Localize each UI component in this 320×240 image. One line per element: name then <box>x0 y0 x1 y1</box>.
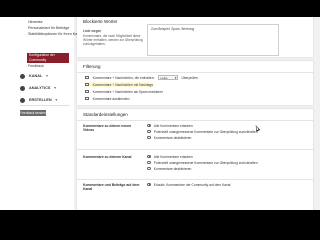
sidebar-item-personalized[interactable]: Personalisiert für Beiträge <box>28 26 69 31</box>
filter-row-spam[interactable]: Kommentare + Nachrichten als Spam markie… <box>85 89 163 94</box>
blocked-words-label: Liste wegen <box>83 29 102 33</box>
radio-label: Alle Kommentare erlauben <box>153 123 193 128</box>
radio-option[interactable]: Potenziell unangemessene Kommentare zur … <box>147 160 258 165</box>
filter-row-hide[interactable]: Kommentare ausblenden <box>85 96 129 101</box>
sidebar-section-label: KANAL <box>29 74 43 78</box>
radio-option[interactable]: Kommentare deaktivieren <box>147 166 191 171</box>
group-label: Kommentare und Beiträge auf dem Kanal <box>83 183 140 191</box>
studio-window: Hinweise Personalisiert für Beiträge Sta… <box>0 17 320 210</box>
sidebar-section-label: ANALYTICS <box>29 86 51 90</box>
filter-select[interactable]: Links <box>158 75 179 80</box>
radio-selected[interactable] <box>147 154 151 159</box>
radio-label: Kommentare deaktivieren <box>153 135 192 140</box>
radio-label: Potenziell unangemessene Kommentare zur … <box>153 129 258 134</box>
checkbox[interactable] <box>85 89 89 94</box>
radio-option[interactable]: Alle Kommentare erlauben <box>147 154 193 159</box>
row-label: Kommentare + Nachrichten als Spam markie… <box>92 89 164 94</box>
user-icon <box>20 73 25 79</box>
divider <box>77 120 313 121</box>
main-content: Blockierte Wörter Liste wegen Kommentare… <box>75 17 320 210</box>
divider <box>77 72 313 73</box>
filter-row-hashtags[interactable]: Kommentare + Nachrichten mit Hashtags <box>85 82 153 87</box>
chevron-down-icon: ▼ <box>45 74 49 78</box>
feedback-button[interactable]: Feedback senden <box>20 110 46 116</box>
row-label: Kommentare + Nachrichten mit Hashtags <box>92 82 153 87</box>
radio-option[interactable]: Erlaubt: Kommentare der Community auf de… <box>147 182 230 187</box>
sidebar-section-analytics[interactable]: ANALYTICS ▼ <box>20 85 57 91</box>
radio-button[interactable] <box>147 166 151 171</box>
checkbox[interactable] <box>85 75 89 80</box>
sidebar-item-stability[interactable]: Stabilitätsoptionen für Ihren Kanal <box>28 32 82 37</box>
checkbox[interactable] <box>85 96 89 101</box>
group-label: Kommentare zu deinem Kanal <box>83 155 132 159</box>
radio-button[interactable] <box>147 160 151 165</box>
blocked-words-textarea[interactable]: Zum Beispiel: Spam, Werbung <box>147 24 279 56</box>
chevron-down-icon: ▼ <box>54 98 59 102</box>
radio-button[interactable] <box>147 135 151 140</box>
radio-button[interactable] <box>147 129 151 134</box>
radio-option[interactable]: Potenziell unangemessene Kommentare zur … <box>147 129 258 134</box>
sidebar-item-community[interactable]: Konfiguration der Community <box>27 53 69 63</box>
panel-title: Standardeinstellungen <box>83 112 128 117</box>
textarea-value: Zum Beispiel: Spam, Werbung <box>151 27 195 31</box>
sidebar-item-hints[interactable]: Hinweise <box>28 20 43 25</box>
blocked-words-hint: Kommentare, die nach Möglichkeit diese W… <box>83 34 143 46</box>
checkbox[interactable] <box>85 82 89 87</box>
defaults-panel: Standardeinstellungen Kommentare zu dein… <box>77 109 313 210</box>
radio-label: Alle Kommentare erlauben <box>153 154 193 159</box>
sidebar-section-create[interactable]: ERSTELLEN ▼ <box>20 97 58 103</box>
sidebar: Hinweise Personalisiert für Beiträge Sta… <box>0 17 82 210</box>
radio-option[interactable]: Alle Kommentare erlauben <box>147 123 193 128</box>
filter-row-links[interactable]: Kommentare + Nachrichten, die enthalten:… <box>85 75 198 80</box>
sidebar-section-label: ERSTELLEN <box>29 98 52 102</box>
row-label: Kommentare ausblenden <box>92 96 130 101</box>
analytics-icon <box>20 85 25 91</box>
group-label: Kommentare zu deinen neuen Videos <box>83 124 132 132</box>
divider <box>77 179 313 180</box>
radio-label: Potenziell unangemessene Kommentare zur … <box>153 160 258 165</box>
filter-panel: Filterung Kommentare + Nachrichten, die … <box>77 61 313 105</box>
divider <box>77 149 313 150</box>
radio-label: Erlaubt: Kommentare der Community auf de… <box>153 182 231 187</box>
panel-title: Filterung <box>83 64 101 69</box>
blocked-words-panel: Blockierte Wörter Liste wegen Kommentare… <box>77 17 313 57</box>
create-icon <box>20 97 25 103</box>
chevron-down-icon: ▼ <box>53 86 57 90</box>
radio-option[interactable]: Kommentare deaktivieren <box>147 135 191 140</box>
sidebar-section-channel[interactable]: KANAL ▼ <box>20 73 49 79</box>
radio-selected[interactable] <box>147 182 151 187</box>
radio-label: Kommentare deaktivieren <box>153 166 192 171</box>
sidebar-item-feedback[interactable]: Feedback <box>28 64 44 69</box>
row-label: Kommentare + Nachrichten, die enthalten: <box>92 75 155 80</box>
sidebar-divider <box>20 105 70 106</box>
sidebar-item-label: Konfiguration der Community <box>29 53 55 62</box>
row-suffix: Überprüfen <box>181 75 198 80</box>
panel-title: Blockierte Wörter <box>83 19 118 24</box>
radio-selected[interactable] <box>147 123 151 128</box>
